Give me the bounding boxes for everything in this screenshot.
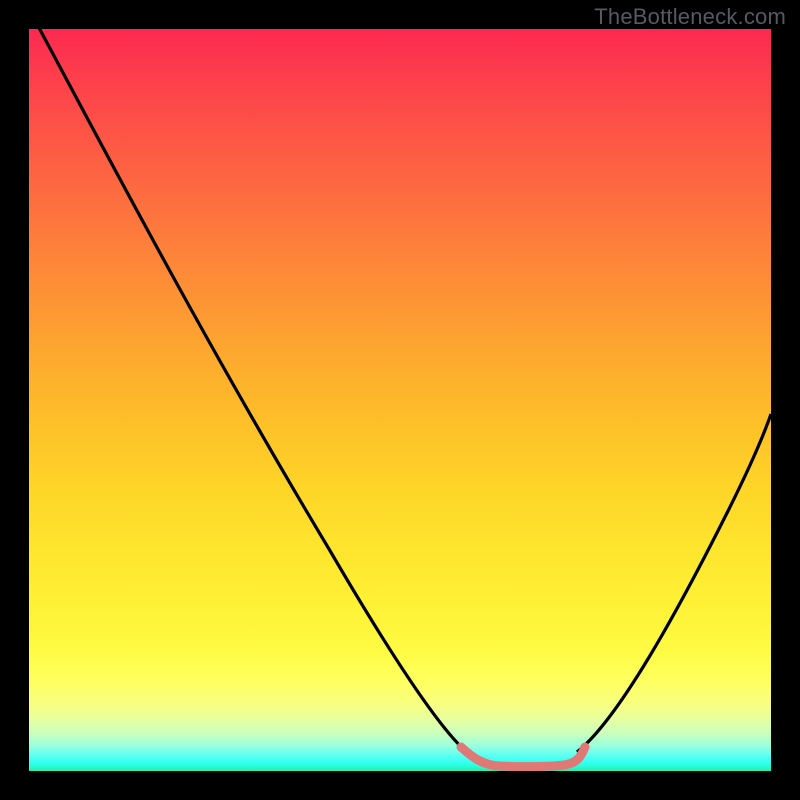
watermark-text: TheBottleneck.com <box>594 4 786 30</box>
curve-layer <box>29 29 771 771</box>
chart-frame: TheBottleneck.com <box>0 0 800 800</box>
bottleneck-curve-right <box>577 414 771 752</box>
optimal-band <box>461 747 585 767</box>
bottleneck-curve-left <box>29 29 469 754</box>
plot-area <box>29 29 771 771</box>
